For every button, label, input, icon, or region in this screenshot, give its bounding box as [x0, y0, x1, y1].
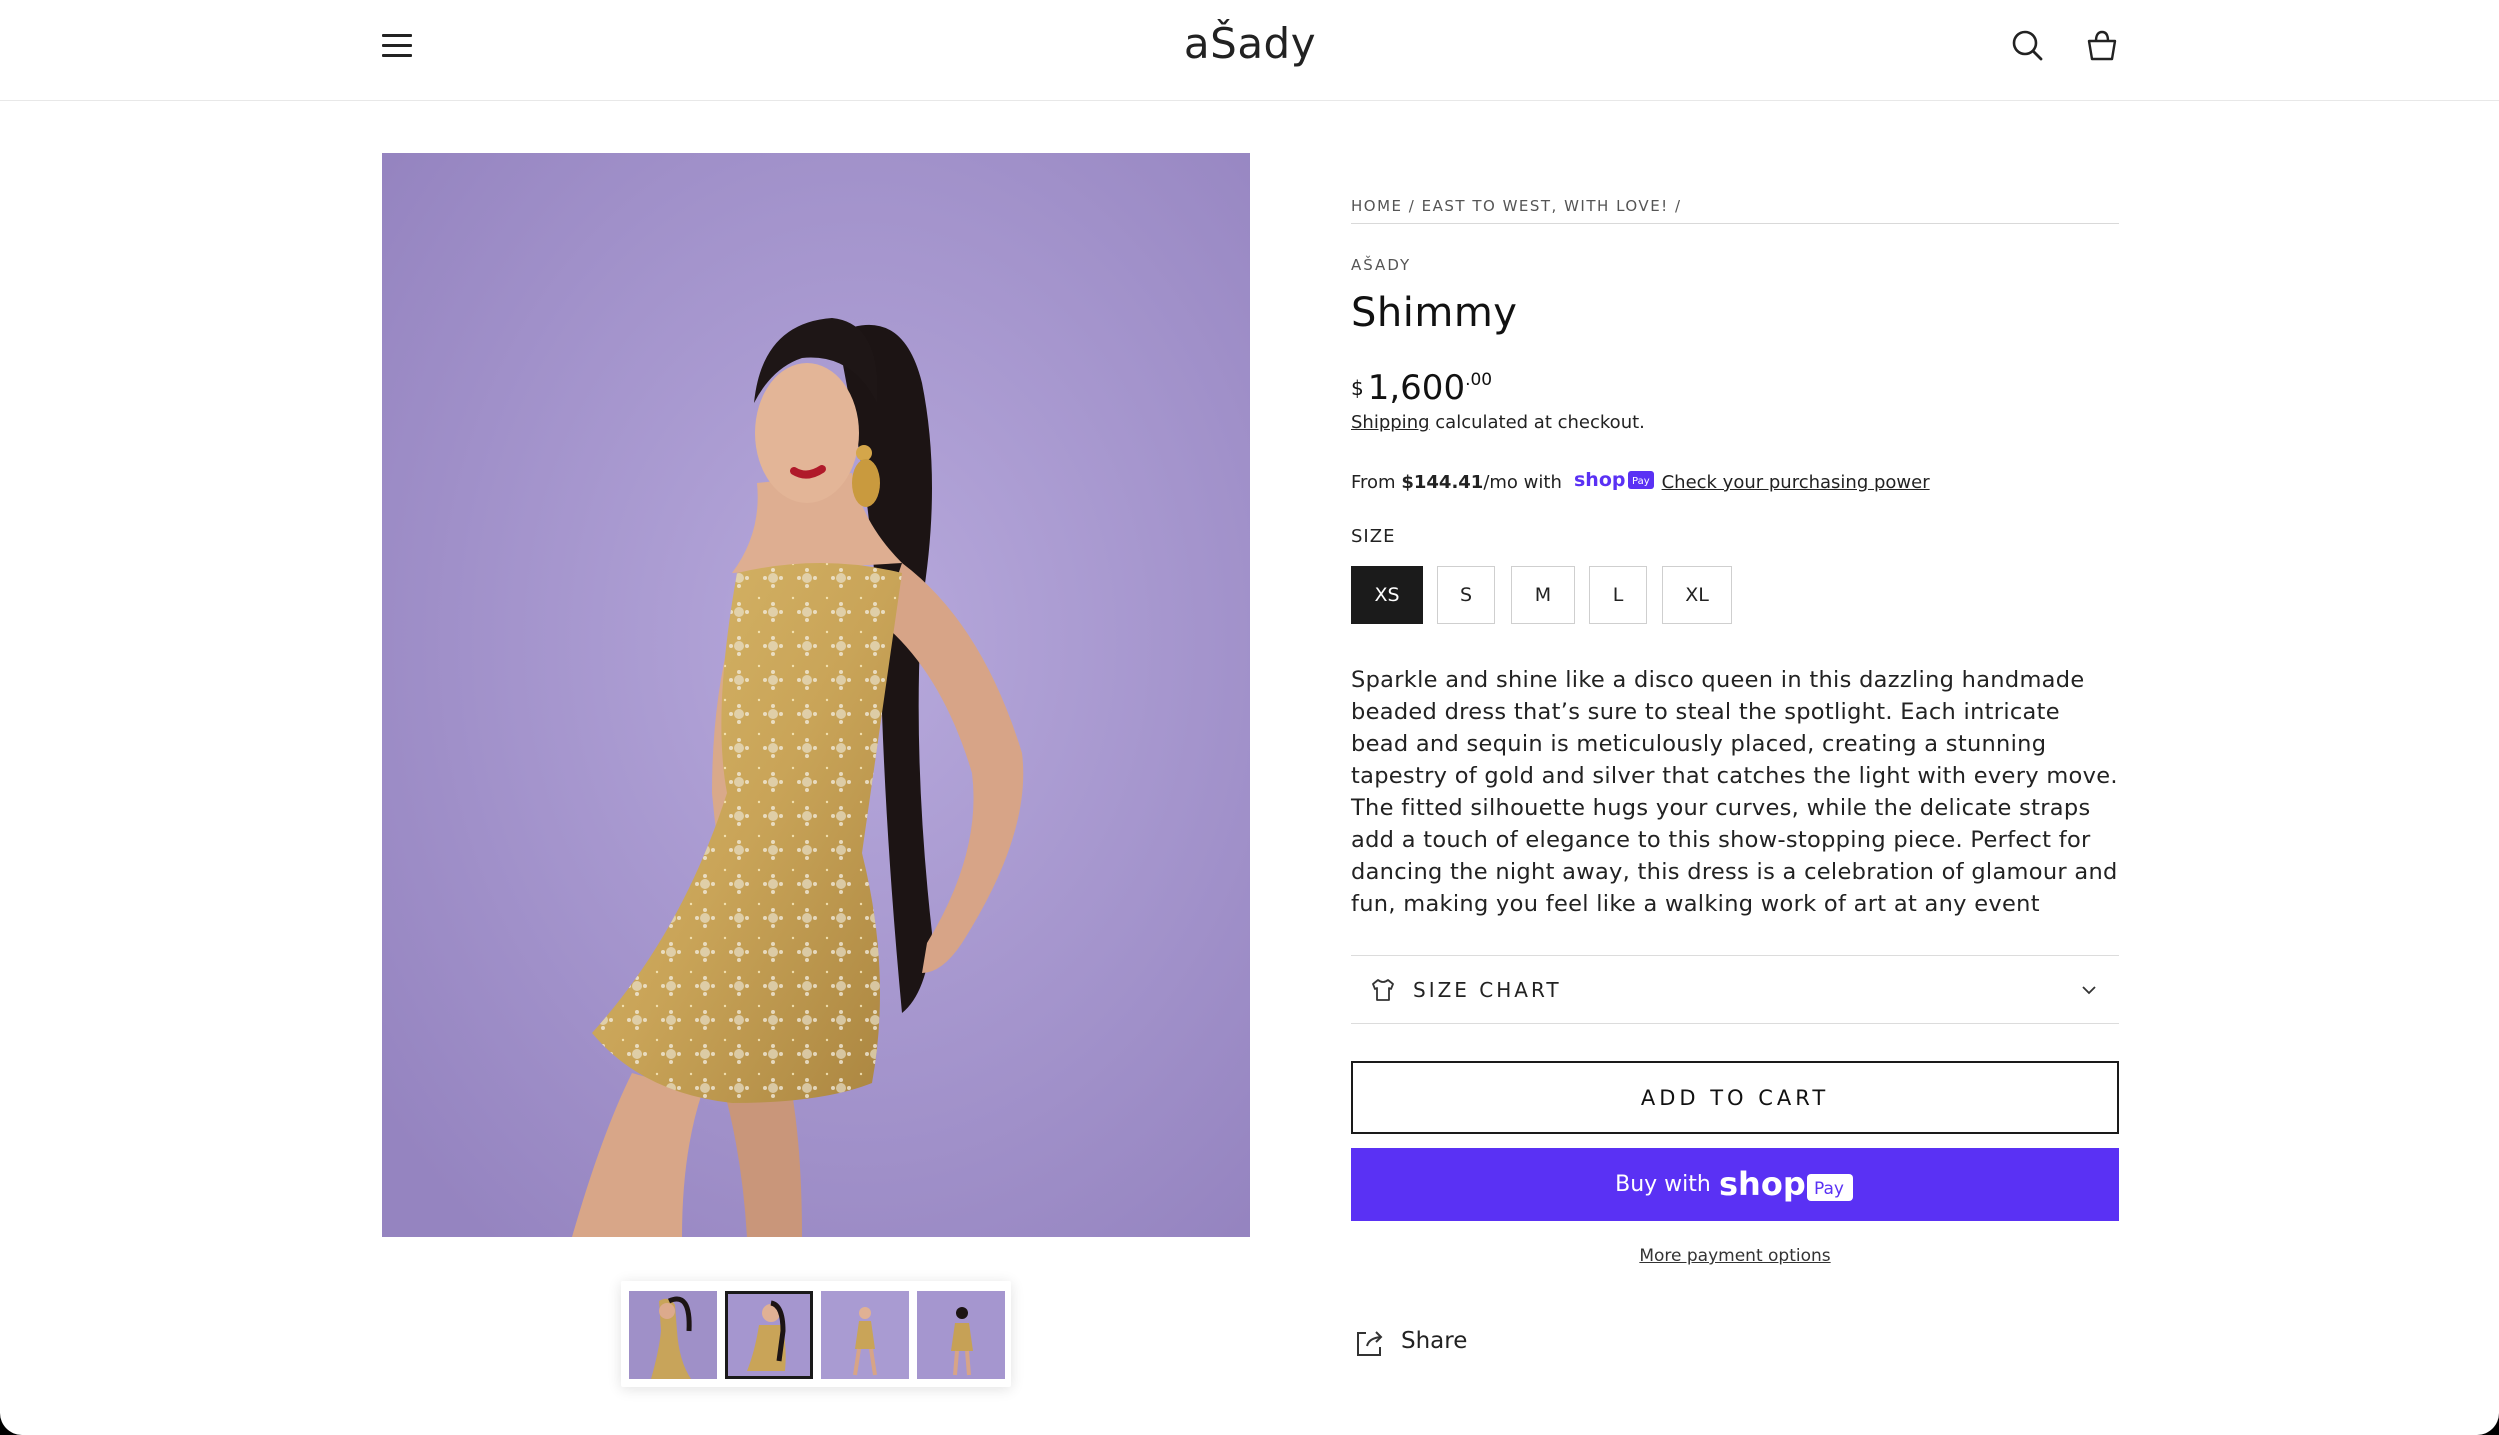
- thumbnail-strip: [621, 1281, 1011, 1387]
- svg-text:shop: shop: [1719, 1165, 1806, 1203]
- size-chart-accordion[interactable]: SIZE CHART: [1351, 955, 2119, 1024]
- size-chart-label: SIZE CHART: [1413, 978, 1562, 1002]
- installment-amount: $144.41: [1401, 472, 1484, 493]
- size-option-m[interactable]: M: [1511, 566, 1575, 624]
- breadcrumb-separator: /: [1674, 197, 1682, 215]
- product-title: Shimmy: [1351, 290, 1518, 336]
- buy-with-label: Buy with: [1615, 1171, 1711, 1197]
- shop-pay-logo-icon: shop Pay: [1574, 468, 1656, 497]
- thumbnail-image-4[interactable]: [917, 1291, 1005, 1379]
- product-vendor: AŠADY: [1351, 256, 1412, 274]
- site-header: aŠady: [0, 0, 2499, 101]
- store-logo[interactable]: aŠady: [1150, 14, 1350, 74]
- installment-suffix: /mo with: [1483, 472, 1562, 493]
- product-info: HOME / EAST TO WEST, WITH LOVE! / AŠADY …: [1351, 190, 2119, 1356]
- product-price: $1,600.00: [1351, 368, 1492, 408]
- hamburger-menu-icon[interactable]: [378, 28, 418, 64]
- svg-text:Pay: Pay: [1814, 1179, 1844, 1199]
- size-label: SIZE: [1351, 526, 1396, 547]
- purchasing-power-link[interactable]: Check your purchasing power: [1662, 472, 1930, 493]
- svg-text:Pay: Pay: [1632, 476, 1650, 487]
- thumbnail-image-2[interactable]: [725, 1291, 813, 1379]
- shipping-note: Shipping calculated at checkout.: [1351, 412, 1645, 433]
- product-page: aŠady HOME / EAST TO WEST, WITH LOVE! / …: [0, 0, 2499, 1435]
- breadcrumb: HOME / EAST TO WEST, WITH LOVE! /: [1351, 190, 2119, 224]
- buy-with-shop-pay-button[interactable]: Buy with shop Pay: [1351, 1148, 2119, 1221]
- size-option-xl[interactable]: XL: [1662, 566, 1732, 624]
- thumbnail-image-1[interactable]: [629, 1291, 717, 1379]
- size-option-xs[interactable]: XS: [1351, 566, 1423, 624]
- search-icon[interactable]: [2006, 24, 2050, 68]
- breadcrumb-collection[interactable]: EAST TO WEST, WITH LOVE!: [1422, 197, 1669, 215]
- thumbnail-image-3[interactable]: [821, 1291, 909, 1379]
- shipping-link[interactable]: Shipping: [1351, 412, 1430, 433]
- shop-pay-logo-icon: shop Pay: [1719, 1165, 1855, 1203]
- product-main-image[interactable]: [382, 153, 1250, 1237]
- add-to-cart-button[interactable]: ADD TO CART: [1351, 1061, 2119, 1134]
- breadcrumb-home[interactable]: HOME: [1351, 197, 1403, 215]
- size-option-s[interactable]: S: [1437, 566, 1495, 624]
- product-description: Sparkle and shine like a disco queen in …: [1351, 667, 2118, 917]
- installment-prefix: From: [1351, 472, 1396, 493]
- more-payment-options: More payment options: [1351, 1246, 2119, 1266]
- price-currency: $: [1351, 376, 1364, 400]
- size-option-l[interactable]: L: [1589, 566, 1647, 624]
- svg-text:shop: shop: [1574, 469, 1626, 491]
- share-label: Share: [1401, 1328, 1468, 1354]
- shipping-text: calculated at checkout.: [1435, 412, 1645, 433]
- shop-pay-installments: From $144.41/mo with shop Pay Check your…: [1351, 468, 1930, 497]
- chevron-down-icon: [2079, 980, 2099, 1004]
- shopping-bag-icon[interactable]: [2080, 24, 2124, 68]
- more-payment-options-link[interactable]: More payment options: [1639, 1246, 1830, 1266]
- price-decimals: .00: [1465, 370, 1493, 390]
- breadcrumb-separator: /: [1408, 197, 1416, 215]
- shirt-icon: [1369, 976, 1397, 1008]
- price-amount: 1,600: [1367, 368, 1466, 408]
